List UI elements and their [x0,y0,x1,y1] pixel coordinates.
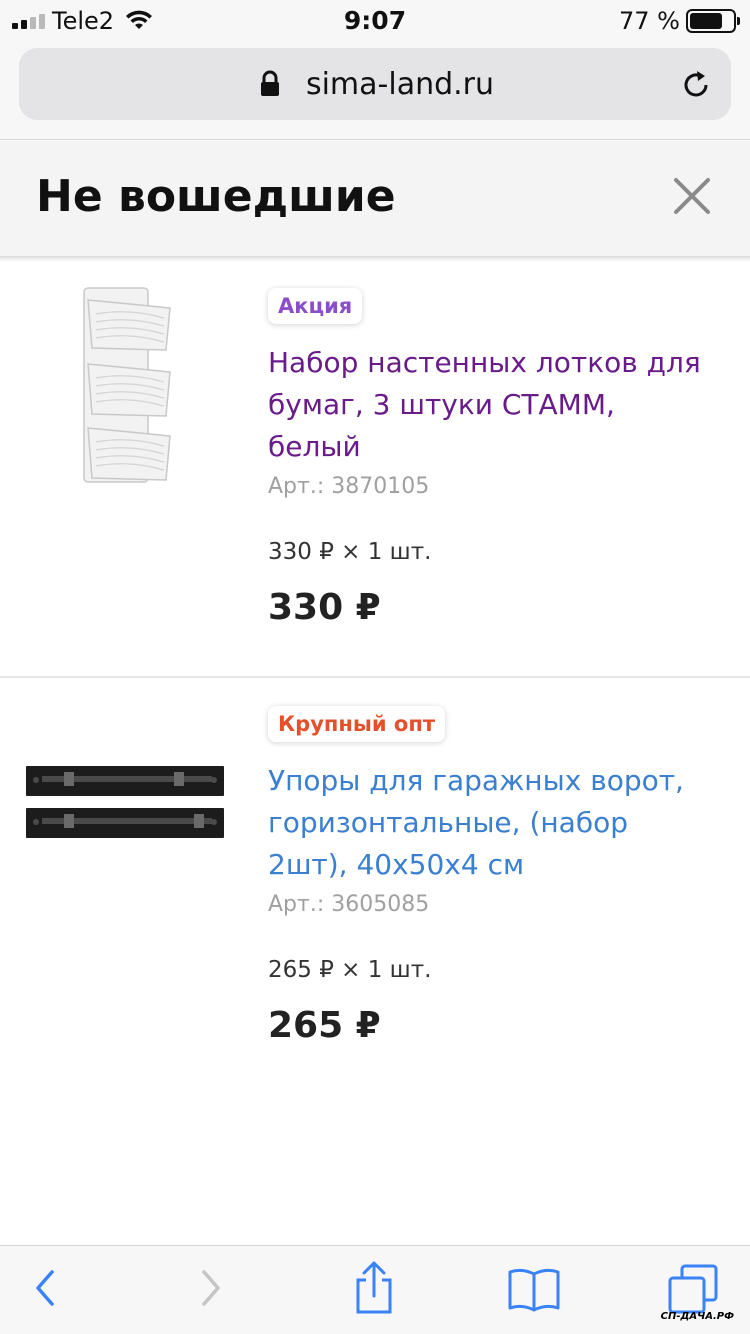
price-quantity: 330 ₽ × 1 шт. [268,539,432,565]
reload-icon[interactable] [679,68,713,106]
product-name-link[interactable]: Набор настенных лотков для бумаг, 3 штук… [268,342,710,468]
status-bar: Tele2 9:07 77 % [0,0,750,40]
product-sku: Арт.: 3605085 [268,892,430,917]
close-icon[interactable] [672,176,712,220]
product-sku: Арт.: 3870105 [268,474,430,499]
browser-address-area: sima-land.ru [0,40,750,140]
url-text[interactable]: sima-land.ru [19,67,731,102]
wholesale-badge: Крупный опт [268,706,446,742]
cart-item: Акция Набор настенных лотков для бумаг, … [0,262,750,678]
battery-percentage: 77 % [619,7,680,35]
bookmarks-icon[interactable] [506,1266,562,1318]
panel-title: Не вошедшие [36,171,396,222]
forward-icon[interactable] [196,1266,226,1314]
promo-badge: Акция [268,288,363,324]
product-name-link[interactable]: Упоры для гаражных ворот, горизонтальные… [268,760,710,886]
product-image[interactable] [78,286,174,490]
cart-item: Крупный опт Упоры для гаражных ворот, го… [0,680,750,1100]
address-bar[interactable]: sima-land.ru [19,48,731,120]
product-info: Акция Набор настенных лотков для бумаг, … [268,288,710,628]
product-info: Крупный опт Упоры для гаражных ворот, го… [268,706,710,1046]
battery-icon [686,9,740,33]
product-image[interactable] [24,764,228,848]
browser-toolbar: СП-ДАЧА.РФ [0,1245,750,1334]
back-icon[interactable] [30,1266,60,1314]
item-total: 330 ₽ [268,587,381,628]
watermark: СП-ДАЧА.РФ [660,1311,734,1322]
item-total: 265 ₽ [268,1005,381,1046]
price-quantity: 265 ₽ × 1 шт. [268,957,432,983]
share-icon[interactable] [352,1260,396,1320]
panel-header: Не вошедшие [0,141,750,257]
